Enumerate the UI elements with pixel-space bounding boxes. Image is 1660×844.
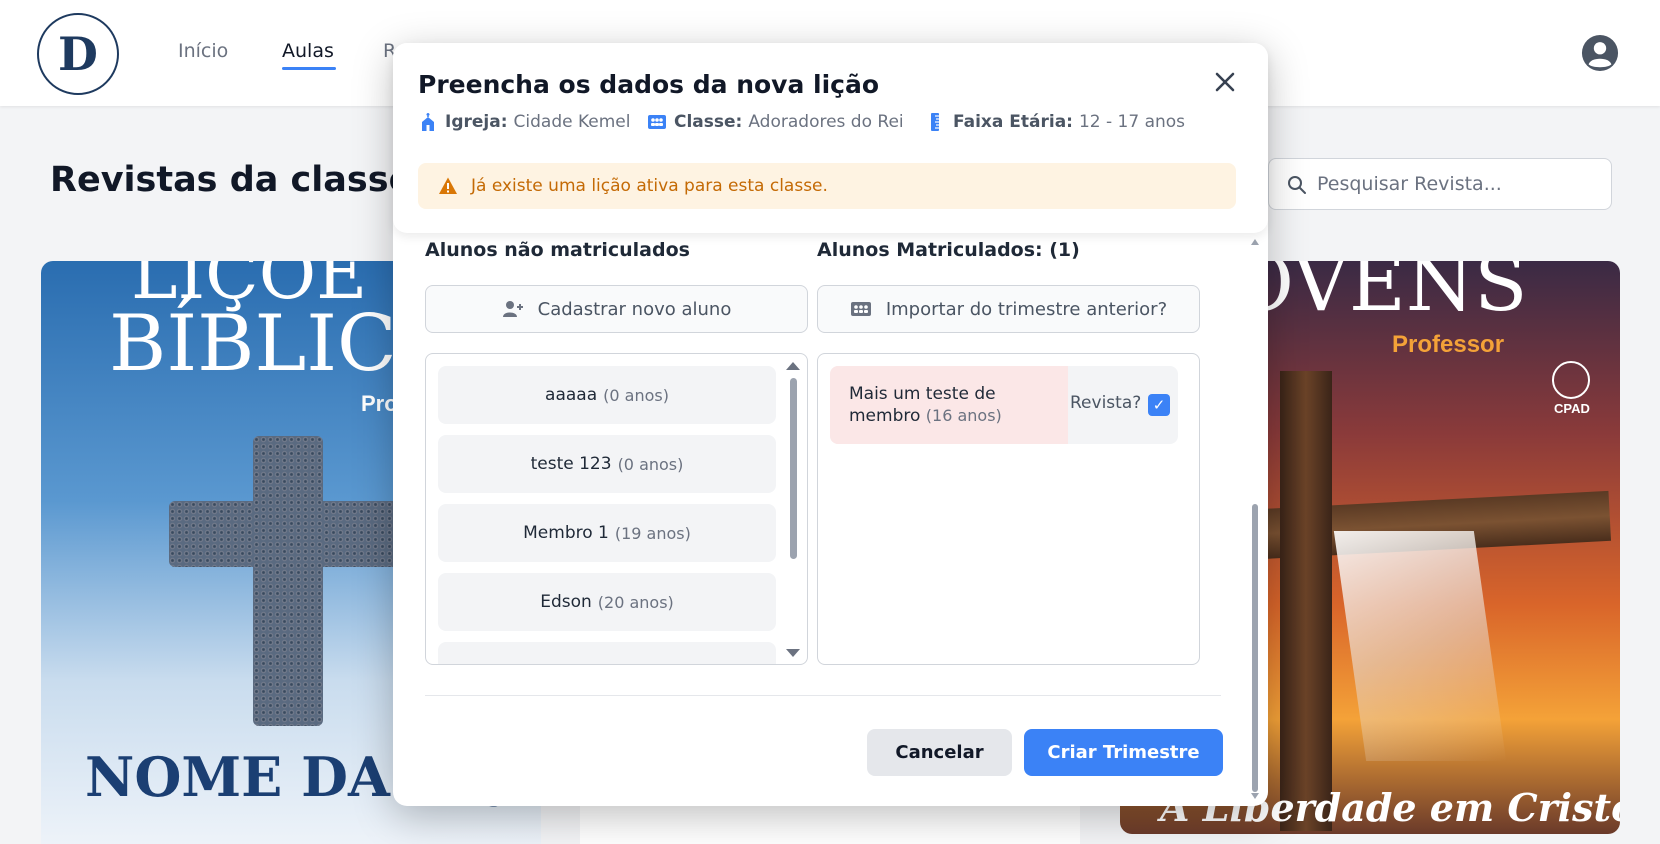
app-logo[interactable]: D bbox=[37, 13, 119, 95]
meta-igreja: Igreja: Cidade Kemel bbox=[418, 112, 630, 132]
cancel-button[interactable]: Cancelar bbox=[867, 729, 1012, 776]
create-trimester-button[interactable]: Criar Trimestre bbox=[1024, 729, 1223, 776]
search-input[interactable] bbox=[1317, 167, 1597, 201]
import-previous-label: Importar do trimestre anterior? bbox=[885, 298, 1168, 320]
list-scroll-down-arrow[interactable] bbox=[786, 649, 800, 657]
classe-label: Classe: bbox=[674, 112, 743, 132]
student-item[interactable]: Membro 1 (19 anos) bbox=[438, 504, 776, 562]
enrolled-list[interactable]: Mais um teste de membro (16 anos) Revist… bbox=[817, 353, 1200, 665]
ruler-icon bbox=[931, 113, 939, 131]
meta-classe: Classe: Adoradores do Rei bbox=[647, 112, 904, 132]
enrolled-title: Alunos Matriculados: (1) bbox=[817, 239, 1080, 261]
modal-header: Preencha os dados da nova lição Igreja: … bbox=[393, 43, 1268, 233]
student-age: (0 anos) bbox=[617, 454, 684, 474]
new-lesson-modal: Preencha os dados da nova lição Igreja: … bbox=[393, 43, 1268, 806]
student-name: Membro 1 bbox=[523, 523, 609, 543]
revista-label: Revista? bbox=[1070, 393, 1142, 413]
enrolled-student-item[interactable]: Mais um teste de membro (16 anos) Revist… bbox=[830, 366, 1178, 444]
modal-scrollbar[interactable] bbox=[1251, 239, 1259, 799]
igreja-value: Cidade Kemel bbox=[513, 112, 631, 132]
student-name: teste 123 bbox=[530, 454, 612, 474]
cloth-illustration bbox=[1333, 531, 1507, 761]
unenrolled-title: Alunos não matriculados bbox=[425, 239, 690, 261]
list-scroll-up-arrow[interactable] bbox=[786, 362, 800, 370]
warning-alert: Já existe uma lição ativa para esta clas… bbox=[418, 163, 1236, 209]
modal-scroll-down-arrow[interactable] bbox=[1251, 793, 1259, 799]
igreja-label: Igreja: bbox=[445, 112, 508, 132]
active-nav-indicator bbox=[282, 67, 336, 70]
student-item-partial[interactable] bbox=[438, 642, 776, 664]
faixa-value: 12 - 17 anos bbox=[1078, 112, 1186, 132]
student-item[interactable]: aaaaa (0 anos) bbox=[438, 366, 776, 424]
cover3-title: OVENS bbox=[1230, 261, 1528, 329]
nav-link-inicio[interactable]: Início bbox=[178, 40, 228, 62]
student-age: (0 anos) bbox=[603, 385, 669, 405]
enrolled-student-age: (16 anos) bbox=[925, 406, 1002, 425]
search-icon bbox=[1288, 176, 1306, 194]
cpad-logo-icon bbox=[1552, 361, 1590, 399]
wooden-cross-v bbox=[1280, 371, 1332, 831]
student-age: (20 anos) bbox=[597, 592, 674, 612]
add-user-icon bbox=[502, 301, 523, 317]
classe-value: Adoradores do Rei bbox=[748, 112, 904, 132]
modal-title: Preencha os dados da nova lição bbox=[418, 70, 880, 99]
nav-link-aulas[interactable]: Aulas bbox=[282, 40, 334, 62]
enrolled-student-name-block: Mais um teste de membro (16 anos) bbox=[830, 366, 1068, 444]
logo-letter: D bbox=[58, 27, 98, 81]
register-student-label: Cadastrar novo aluno bbox=[537, 298, 732, 320]
warning-icon bbox=[439, 177, 457, 194]
meta-faixa: Faixa Etária: 12 - 17 anos bbox=[926, 112, 1185, 132]
faixa-label: Faixa Etária: bbox=[953, 112, 1073, 132]
import-previous-button[interactable]: Importar do trimestre anterior? bbox=[817, 285, 1200, 333]
student-name: aaaaa bbox=[545, 385, 598, 405]
close-icon bbox=[1215, 72, 1235, 92]
modal-scrollbar-thumb[interactable] bbox=[1252, 504, 1258, 792]
student-name: Edson bbox=[540, 592, 592, 612]
church-icon bbox=[422, 113, 434, 131]
revista-checkbox[interactable]: ✓ bbox=[1148, 394, 1170, 416]
list-scrollbar-thumb[interactable] bbox=[790, 378, 797, 559]
user-avatar-icon[interactable] bbox=[1581, 34, 1619, 72]
warning-text: Já existe uma lição ativa para esta clas… bbox=[471, 176, 828, 196]
register-student-button[interactable]: Cadastrar novo aluno bbox=[425, 285, 808, 333]
cover3-subtitle: Professor bbox=[1392, 331, 1505, 358]
footer-divider bbox=[425, 695, 1221, 696]
student-item[interactable]: Edson (20 anos) bbox=[438, 573, 776, 631]
search-box[interactable] bbox=[1268, 158, 1612, 210]
modal-scroll-up-arrow[interactable] bbox=[1251, 239, 1259, 245]
page-title: Revistas da classe A bbox=[50, 160, 452, 200]
cover3-brand: CPAD bbox=[1554, 401, 1590, 416]
unenrolled-list[interactable]: aaaaa (0 anos) teste 123 (0 anos) Membro… bbox=[425, 353, 808, 665]
student-item[interactable]: teste 123 (0 anos) bbox=[438, 435, 776, 493]
close-button[interactable] bbox=[1210, 67, 1240, 97]
class-import-icon bbox=[850, 302, 871, 316]
cross-illustration-v bbox=[253, 436, 323, 726]
class-group-icon bbox=[648, 115, 666, 129]
student-age: (19 anos) bbox=[614, 523, 691, 543]
